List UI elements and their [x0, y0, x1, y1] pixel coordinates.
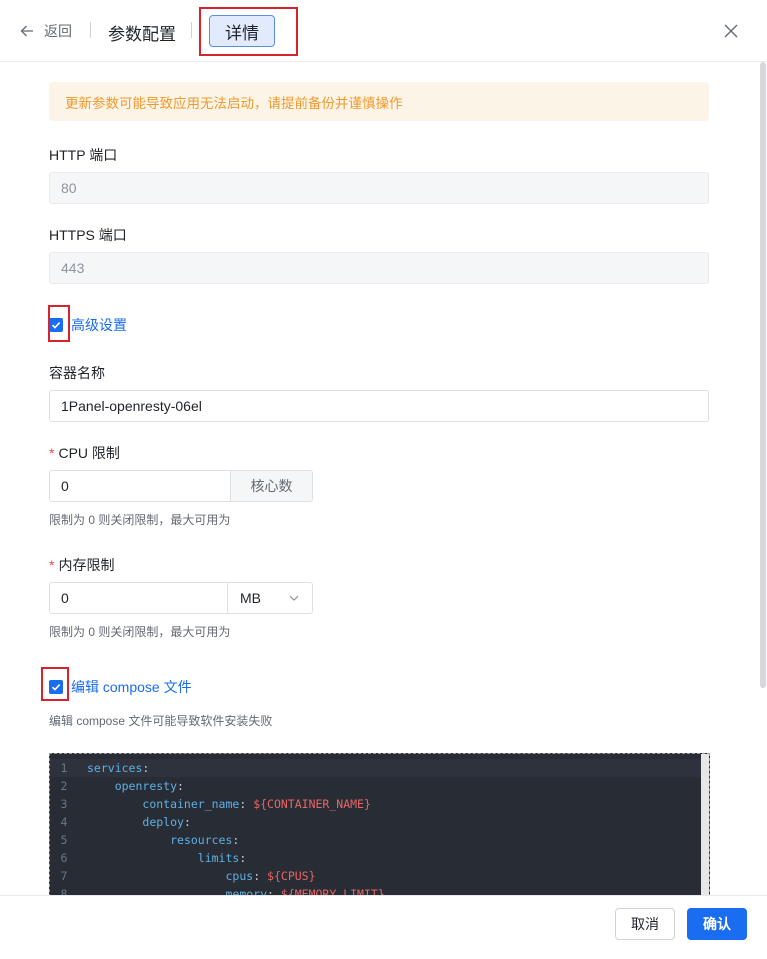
line-number: 1: [60, 761, 68, 775]
code-text: limits:: [197, 851, 247, 865]
compose-code-editor[interactable]: 1 services: 2 openresty: 3 container_name: …: [49, 753, 710, 897]
code-text: deploy:: [142, 815, 191, 829]
https-port-value: 443: [61, 260, 85, 276]
back-label: 返回: [44, 23, 72, 39]
drawer-header: 返回 参数配置 详情: [0, 0, 767, 62]
memory-limit-label-text: 内存限制: [58, 557, 115, 573]
chevron-down-icon: [289, 595, 299, 601]
scrollbar[interactable]: [760, 62, 766, 688]
header-divider: [191, 22, 192, 38]
code-line: 7 cpus: ${CPUS}: [50, 867, 700, 885]
back-button[interactable]: 返回: [20, 21, 72, 41]
memory-limit-label: * 内存限制: [49, 555, 114, 575]
checkbox-checked-icon[interactable]: [49, 680, 63, 694]
close-icon[interactable]: [722, 22, 740, 40]
confirm-button[interactable]: 确认: [687, 908, 747, 940]
tab-details[interactable]: 详情: [209, 15, 275, 47]
cpu-limit-input[interactable]: 0: [49, 470, 231, 502]
https-port-input[interactable]: 443: [49, 252, 709, 284]
code-line: 4 deploy:: [50, 813, 700, 831]
edit-compose-checkbox[interactable]: 编辑 compose 文件: [49, 677, 192, 697]
required-mark: *: [49, 445, 55, 461]
edit-compose-label[interactable]: 编辑 compose 文件: [71, 677, 192, 697]
line-number: 2: [60, 779, 68, 793]
memory-limit-group: 0 MB: [49, 582, 313, 614]
cpu-limit-value: 0: [61, 478, 69, 494]
memory-limit-input[interactable]: 0: [49, 582, 228, 614]
memory-limit-value: 0: [61, 590, 69, 606]
editor-scrollbar[interactable]: [701, 754, 709, 896]
checkbox-checked-icon[interactable]: [49, 318, 63, 332]
code-line: 5 resources:: [50, 831, 700, 849]
code-text: cpus: ${CPUS}: [225, 869, 316, 883]
code-line: 2 openresty:: [50, 777, 700, 795]
cpu-limit-group: 0 核心数: [49, 470, 313, 502]
http-port-value: 80: [61, 180, 77, 196]
warning-alert: 更新参数可能导致应用无法启动，请提前备份并谨慎操作: [49, 82, 709, 121]
line-number: 5: [60, 833, 68, 847]
cpu-limit-hint: 限制为 0 则关闭限制，最大可用为: [49, 513, 231, 527]
memory-limit-hint: 限制为 0 则关闭限制，最大可用为: [49, 625, 231, 639]
code-text: openresty:: [114, 779, 184, 793]
code-text: resources:: [170, 833, 240, 847]
code-text: container_name: ${CONTAINER_NAME}: [142, 797, 371, 811]
line-number: 3: [60, 797, 68, 811]
drawer-footer: 取消 确认: [0, 895, 767, 959]
cpu-limit-label: * CPU 限制: [49, 443, 120, 463]
http-port-input[interactable]: 80: [49, 172, 709, 204]
https-port-label: HTTPS 端口: [49, 227, 127, 243]
page-title: 参数配置: [108, 25, 176, 44]
advanced-settings-checkbox[interactable]: 高级设置: [49, 315, 127, 335]
required-mark: *: [49, 557, 55, 573]
container-name-input[interactable]: 1Panel-openresty-06el: [49, 390, 709, 422]
edit-compose-hint: 编辑 compose 文件可能导致软件安装失败: [49, 714, 273, 728]
line-number: 7: [60, 869, 68, 883]
cancel-button[interactable]: 取消: [615, 908, 675, 940]
cpu-unit-suffix: 核心数: [231, 470, 313, 502]
line-number: 6: [60, 851, 68, 865]
code-text: services:: [87, 761, 150, 775]
advanced-settings-label[interactable]: 高级设置: [71, 315, 127, 335]
line-number: 4: [60, 815, 68, 829]
code-line: 6 limits:: [50, 849, 700, 867]
code-line: 1 services:: [50, 759, 700, 777]
container-name-value: 1Panel-openresty-06el: [61, 398, 202, 414]
container-name-label: 容器名称: [49, 365, 105, 381]
warning-text: 更新参数可能导致应用无法启动，请提前备份并谨慎操作: [65, 95, 403, 111]
cpu-limit-label-text: CPU 限制: [58, 445, 120, 461]
code-line: 3 container_name: ${CONTAINER_NAME}: [50, 795, 700, 813]
memory-unit-select[interactable]: MB: [228, 582, 313, 614]
arrow-left-icon: [20, 25, 33, 37]
http-port-label: HTTP 端口: [49, 147, 118, 163]
memory-unit-value: MB: [240, 590, 261, 606]
header-divider: [90, 22, 91, 38]
